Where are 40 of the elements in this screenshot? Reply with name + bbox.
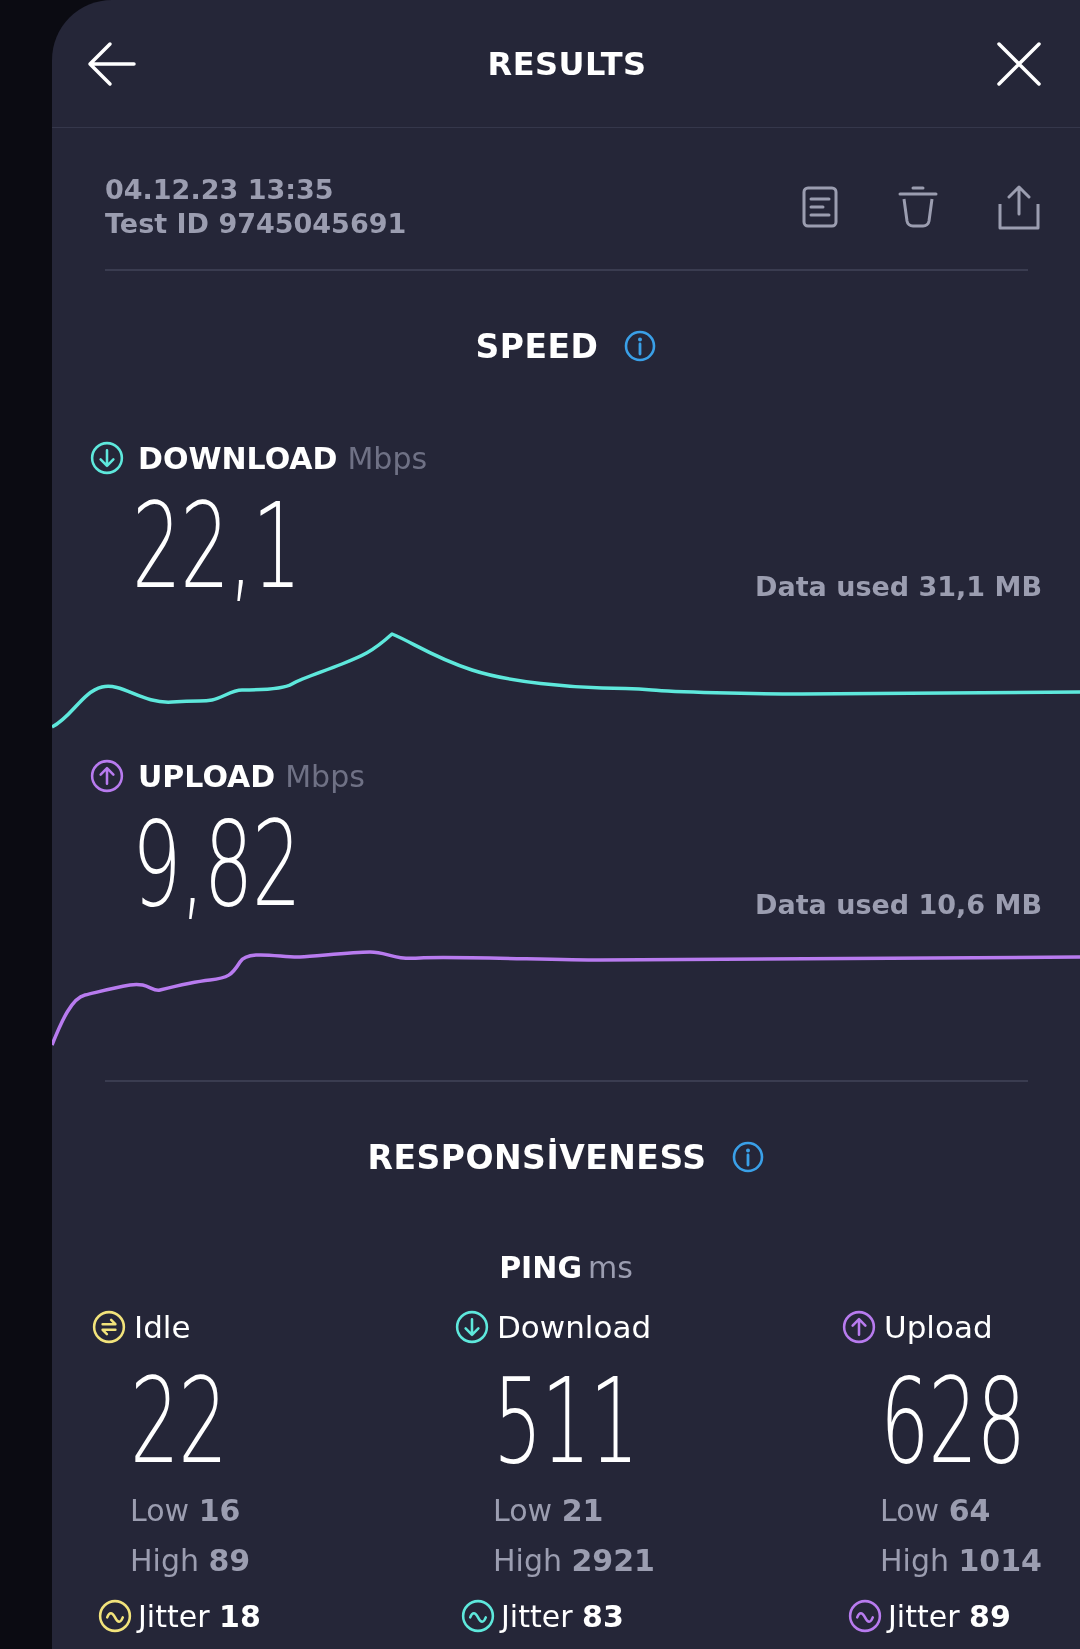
speed-value: 9,82 [132,804,301,924]
high-value: High 89 [130,1542,252,1580]
low-value: Low 64 [880,1492,992,1530]
jitter-value: Jitter 18 [138,1598,261,1634]
trash-icon[interactable] [898,185,938,229]
info-icon[interactable] [732,1141,765,1173]
high-value: High 1014 [880,1542,1043,1580]
test-date: 04.12.23 13:35 [105,173,335,207]
ping-label: Upload [884,1309,993,1345]
ping-unit: ms [588,1249,633,1285]
low-value: Low 16 [130,1492,242,1530]
high-value: High 2921 [493,1542,656,1580]
metric-unit: Mbps [347,440,428,476]
low-value: Low 21 [493,1492,605,1530]
ping-value: 628 [880,1356,1025,1486]
share-icon[interactable] [998,184,1040,230]
ping-label: Idle [134,1309,191,1345]
ping-value: 22 [130,1356,227,1486]
screen-title: RESULTS [487,44,647,83]
test-id: Test ID 9745045691 [105,207,407,241]
ping-title: PING [499,1249,582,1285]
section-title: RESPONSİVENESS [367,1137,707,1177]
jitter-value: Jitter 83 [501,1598,624,1634]
back-arrow-icon[interactable] [86,39,138,88]
wave-circle-icon [98,1599,132,1633]
wave-circle-icon [848,1599,882,1633]
jitter-value: Jitter 89 [888,1598,1011,1634]
close-icon[interactable] [996,40,1042,87]
wave-circle-icon [461,1599,495,1633]
metric-unit: Mbps [285,758,365,794]
data-used-label: Data used 31,1 MB [755,571,1042,602]
document-icon[interactable] [802,186,838,228]
data-used-label: Data used 10,6 MB [755,889,1042,920]
info-icon[interactable] [624,330,657,362]
ping-label: Download [497,1309,652,1345]
metric-label: UPLOAD [138,758,276,794]
speed-value: 22,1 [132,486,301,606]
metric-label: DOWNLOAD [138,440,338,476]
ping-value: 511 [493,1356,638,1486]
section-title: SPEED [475,326,599,366]
